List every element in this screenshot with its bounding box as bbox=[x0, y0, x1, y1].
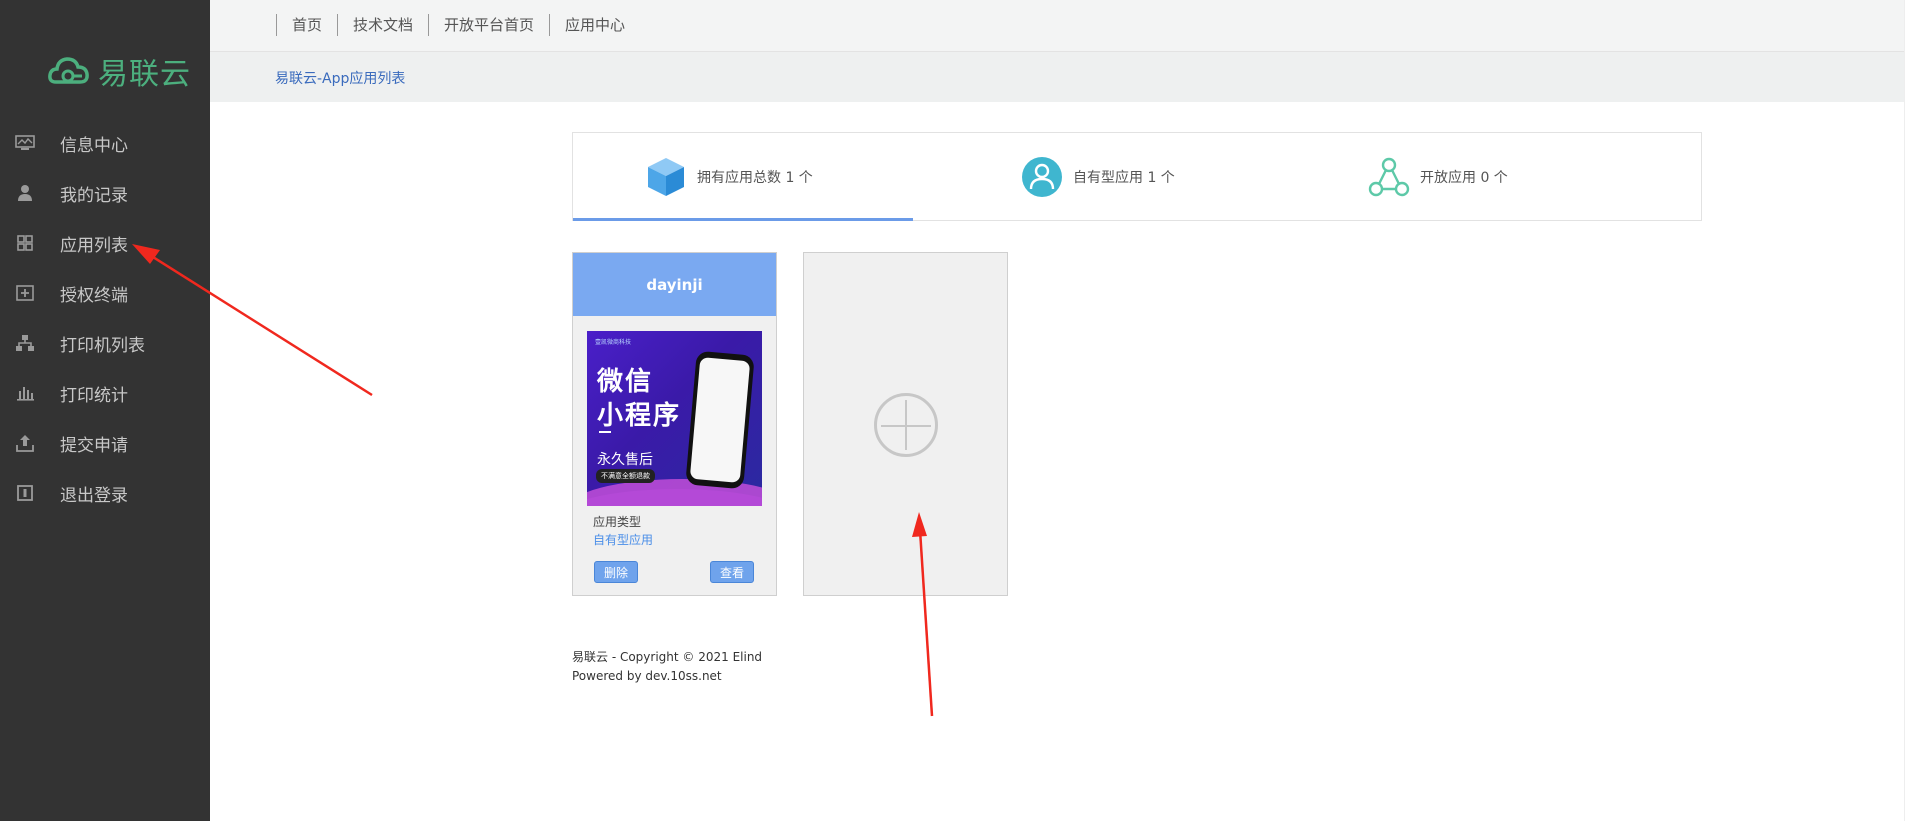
sidebar-item-my-records[interactable]: 我的记录 bbox=[0, 168, 210, 218]
stat-total-apps[interactable]: 拥有应用总数 1 个 bbox=[645, 133, 813, 221]
sidebar-item-print-stats[interactable]: 打印统计 bbox=[0, 368, 210, 418]
sidebar-item-submit-application[interactable]: 提交申请 bbox=[0, 418, 210, 468]
stat-label: 自有型应用 1 个 bbox=[1073, 170, 1175, 186]
app-title: dayinji bbox=[646, 275, 703, 294]
app-type-label: 应用类型 bbox=[593, 515, 642, 529]
thumbnail-tag: 壹凯微商科技 bbox=[595, 339, 632, 346]
network-icon bbox=[14, 332, 36, 354]
thumbnail-pill: 不满意全额退款 bbox=[596, 469, 655, 483]
top-nav-tech-docs[interactable]: 技术文档 bbox=[337, 14, 428, 36]
sidebar-item-label: 提交申请 bbox=[60, 435, 128, 456]
phone-mockup bbox=[685, 350, 755, 490]
top-nav-open-platform[interactable]: 开放平台首页 bbox=[428, 14, 549, 36]
sidebar-item-label: 打印统计 bbox=[60, 385, 128, 406]
stat-own-apps[interactable]: 自有型应用 1 个 bbox=[1021, 133, 1175, 221]
top-nav-home[interactable]: 首页 bbox=[276, 14, 337, 36]
vertical-scrollbar[interactable] bbox=[1904, 0, 1920, 821]
sidebar: 易联云 信息中心 我的记录 应用列表 授权终端 打印机列表 打印统计 提交申请 … bbox=[0, 0, 210, 821]
plus-box-icon bbox=[14, 282, 36, 304]
bar-chart-icon bbox=[14, 382, 36, 404]
sidebar-item-label: 信息中心 bbox=[60, 135, 128, 156]
breadcrumb[interactable]: 易联云-App应用列表 bbox=[275, 68, 405, 88]
logout-icon bbox=[14, 482, 36, 504]
footer-copyright: 易联云 - Copyright © 2021 Elind bbox=[572, 650, 763, 664]
phone-screen bbox=[689, 357, 751, 483]
stat-open-apps[interactable]: 开放应用 0 个 bbox=[1368, 133, 1508, 221]
sidebar-item-info-center[interactable]: 信息中心 bbox=[0, 118, 210, 168]
sidebar-nav: 信息中心 我的记录 应用列表 授权终端 打印机列表 打印统计 提交申请 退出登录 bbox=[0, 118, 210, 518]
sidebar-item-app-list[interactable]: 应用列表 bbox=[0, 218, 210, 268]
sidebar-item-label: 我的记录 bbox=[60, 185, 128, 206]
footer-powered-by: Powered by dev.10ss.net bbox=[572, 669, 722, 683]
sidebar-item-authorized-terminals[interactable]: 授权终端 bbox=[0, 268, 210, 318]
top-nav-bar: 首页 技术文档 开放平台首页 应用中心 bbox=[210, 0, 1904, 52]
share-nodes-icon bbox=[1368, 157, 1410, 197]
app-type-value: 自有型应用 bbox=[593, 533, 654, 547]
thumbnail-heading-2: 小程序 bbox=[597, 401, 682, 431]
sidebar-item-printer-list[interactable]: 打印机列表 bbox=[0, 318, 210, 368]
stat-label: 拥有应用总数 1 个 bbox=[697, 170, 813, 186]
sidebar-item-label: 授权终端 bbox=[60, 285, 128, 306]
cloud-logo-icon bbox=[48, 57, 89, 84]
sidebar-item-label: 应用列表 bbox=[60, 235, 128, 256]
app-card[interactable]: dayinji 壹凯微商科技 微信 小程序 永久售后 不满意全额退款 应用类型 … bbox=[572, 252, 777, 596]
monitor-icon bbox=[14, 132, 36, 154]
active-tab-indicator bbox=[573, 218, 913, 221]
breadcrumb-bar: 易联云-App应用列表 bbox=[210, 52, 1904, 102]
person-circle-icon bbox=[1022, 157, 1062, 197]
app-stats-panel: 拥有应用总数 1 个 自有型应用 1 个 开放应用 0 个 bbox=[572, 132, 1702, 221]
add-app-card[interactable] bbox=[803, 252, 1008, 596]
brand-name: 易联云 bbox=[98, 57, 191, 92]
delete-button[interactable]: 删除 bbox=[594, 561, 638, 583]
page-footer: 易联云 - Copyright © 2021 Elind Powered by … bbox=[572, 648, 762, 686]
add-icon bbox=[874, 393, 938, 457]
thumbnail-subtitle: 永久售后 bbox=[597, 452, 653, 468]
sidebar-item-label: 退出登录 bbox=[60, 485, 128, 506]
sidebar-item-logout[interactable]: 退出登录 bbox=[0, 468, 210, 518]
sidebar-item-label: 打印机列表 bbox=[60, 335, 145, 356]
view-button[interactable]: 查看 bbox=[710, 561, 754, 583]
grid-icon bbox=[14, 232, 36, 254]
user-icon bbox=[14, 182, 36, 204]
stat-label: 开放应用 0 个 bbox=[1420, 170, 1508, 186]
cube-icon bbox=[648, 158, 684, 196]
app-thumbnail[interactable]: 壹凯微商科技 微信 小程序 永久售后 不满意全额退款 bbox=[587, 331, 762, 506]
thumbnail-heading-1: 微信 bbox=[597, 367, 654, 397]
upload-icon bbox=[14, 432, 36, 454]
top-nav: 首页 技术文档 开放平台首页 应用中心 bbox=[276, 14, 640, 36]
top-nav-app-center[interactable]: 应用中心 bbox=[549, 14, 640, 36]
brand-logo[interactable]: 易联云 bbox=[48, 50, 191, 92]
thumbnail-dash bbox=[599, 431, 611, 433]
app-card-header: dayinji bbox=[573, 253, 776, 316]
